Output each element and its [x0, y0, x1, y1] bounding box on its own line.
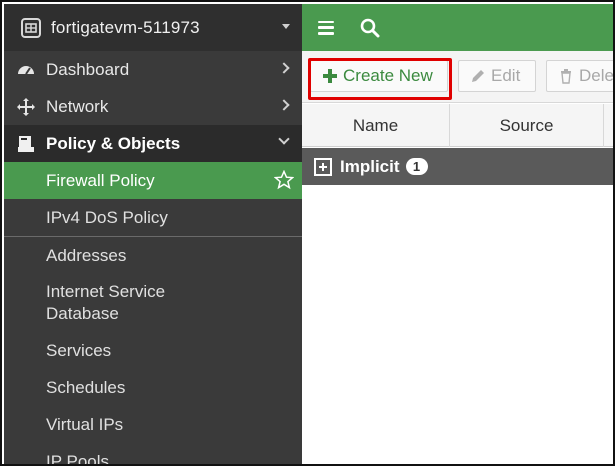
- network-icon: [16, 97, 36, 117]
- sidebar-item-addresses[interactable]: Addresses: [4, 237, 302, 274]
- nav-item-network[interactable]: Network: [4, 88, 302, 125]
- nav-item-dashboard[interactable]: Dashboard: [4, 51, 302, 88]
- policy-icon: [16, 134, 36, 154]
- sidebar-item-virtual-ips[interactable]: Virtual IPs: [4, 406, 302, 443]
- sidebar-item-firewall-policy[interactable]: Firewall Policy: [4, 162, 302, 199]
- nav-label: Policy & Objects: [46, 133, 181, 153]
- sidebar-item-schedules[interactable]: Schedules: [4, 369, 302, 406]
- chevron-right-icon: [278, 62, 290, 74]
- dashboard-icon: [16, 60, 36, 80]
- trash-icon: [557, 67, 575, 85]
- create-new-label: Create New: [343, 66, 433, 85]
- nav-item-policy-objects[interactable]: Policy & Objects: [4, 125, 302, 162]
- device-selector[interactable]: fortigatevm-511973: [4, 4, 302, 51]
- sidebar-item-services[interactable]: Services: [4, 332, 302, 369]
- edit-button[interactable]: Edit: [458, 60, 536, 92]
- nav-label: Dashboard: [46, 59, 130, 79]
- plus-icon: [321, 67, 339, 85]
- sub-item-label: Schedules: [46, 377, 126, 397]
- caret-down-icon: [282, 24, 290, 29]
- sidebar-item-ip-pools[interactable]: IP Pools: [4, 443, 302, 466]
- count-badge: 1: [405, 158, 428, 175]
- column-header-name[interactable]: Name: [302, 104, 450, 147]
- toolbar: Create New Edit Dele: [302, 51, 614, 103]
- pencil-icon: [469, 67, 487, 85]
- sub-item-label: Firewall Policy: [46, 170, 155, 190]
- column-header-source[interactable]: Source: [450, 104, 604, 147]
- top-bar: [302, 4, 613, 51]
- sidebar-item-ipv4-dos-policy[interactable]: IPv4 DoS Policy: [4, 199, 302, 236]
- sidebar: fortigatevm-511973 Dashboard Network Pol…: [4, 4, 302, 466]
- sub-item-label: IP Pools: [46, 451, 110, 466]
- menu-icon[interactable]: [318, 20, 334, 35]
- group-label: Implicit: [340, 156, 400, 176]
- chevron-right-icon: [278, 99, 290, 111]
- sidebar-item-internet-service-database[interactable]: Internet Service Database: [4, 274, 302, 332]
- group-row-implicit[interactable]: Implicit 1: [302, 148, 613, 185]
- device-name: fortigatevm-511973: [51, 17, 200, 37]
- edit-label: Edit: [491, 66, 521, 85]
- sub-item-label: Services: [46, 340, 112, 360]
- app-window: fortigatevm-511973 Dashboard Network Pol…: [0, 0, 615, 466]
- sub-item-label: Internet Service Database: [46, 282, 166, 323]
- sub-item-label: IPv4 DoS Policy: [46, 207, 168, 227]
- chevron-down-icon: [278, 133, 290, 145]
- search-icon[interactable]: [360, 18, 380, 38]
- delete-button[interactable]: Dele: [546, 60, 614, 92]
- create-new-button[interactable]: Create New: [310, 60, 448, 92]
- nav-label: Network: [46, 96, 109, 116]
- table-header: Name Source: [302, 104, 613, 147]
- expand-icon[interactable]: [314, 157, 332, 176]
- star-icon[interactable]: [273, 169, 295, 190]
- sub-item-label: Addresses: [46, 245, 127, 265]
- delete-label: Dele: [579, 66, 614, 85]
- device-icon: [20, 17, 42, 39]
- sub-item-label: Virtual IPs: [46, 414, 124, 434]
